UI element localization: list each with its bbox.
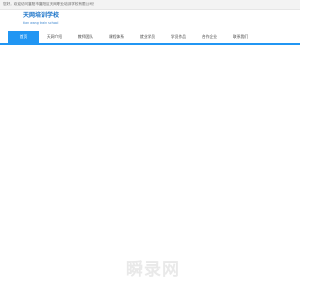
nav-item-partners[interactable]: 合作企业 (194, 31, 225, 43)
nav-item-courses[interactable]: 课程体系 (101, 31, 132, 43)
watermark: 瞬录网 (126, 260, 180, 280)
nav-item-about[interactable]: 天网介绍 (39, 31, 70, 43)
nav-item-home[interactable]: 首页 (8, 31, 39, 43)
nav-item-works[interactable]: 学员作品 (163, 31, 194, 43)
logo-subtitle: tian wang train school (23, 21, 59, 25)
top-info-bar: 您好，欢迎访问襄阳市襄阳区天网职业培训学校有限公司！ (0, 0, 300, 10)
site-logo[interactable]: 天网培训学校 tian wang train school (23, 12, 83, 32)
nav-item-employment[interactable]: 就业学员 (132, 31, 163, 43)
welcome-text: 您好，欢迎访问襄阳市襄阳区天网职业培训学校有限公司！ (3, 2, 97, 6)
nav-underline (0, 43, 300, 45)
logo-title: 天网培训学校 (23, 12, 60, 19)
nav-item-contact[interactable]: 联系我们 (225, 31, 256, 43)
nav-item-teachers[interactable]: 教师团队 (70, 31, 101, 43)
